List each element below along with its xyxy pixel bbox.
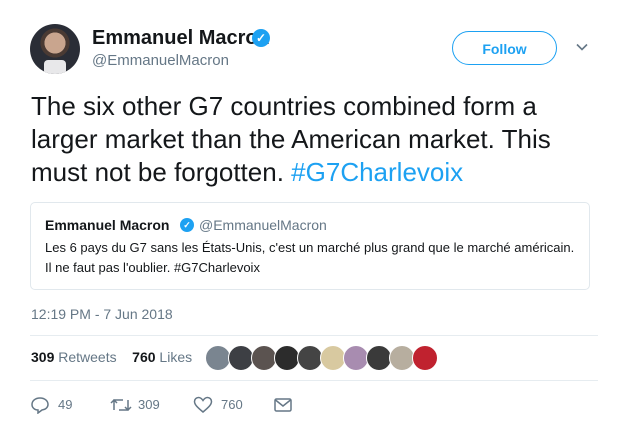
divider xyxy=(30,380,598,381)
author-avatar[interactable] xyxy=(30,24,80,74)
quoted-text: Les 6 pays du G7 sans les États-Unis, c'… xyxy=(45,240,575,275)
author-handle[interactable]: @EmmanuelMacron xyxy=(92,51,229,71)
reply-count: 49 xyxy=(58,397,73,412)
author-name[interactable]: Emmanuel Macron xyxy=(92,24,270,52)
quoted-author-handle: @EmmanuelMacron xyxy=(199,217,327,233)
liker-avatar[interactable] xyxy=(412,345,438,371)
envelope-icon xyxy=(274,398,292,412)
retweet-icon xyxy=(110,398,132,412)
likes-label: Likes xyxy=(159,349,193,365)
follow-button[interactable]: Follow xyxy=(452,31,557,65)
quoted-tweet[interactable]: Emmanuel Macron ✓ @EmmanuelMacron Les 6 … xyxy=(30,202,590,290)
like-count: 760 xyxy=(221,397,243,412)
retweet-count: 309 xyxy=(138,397,160,412)
tweet-card: Emmanuel Macron ✓ @EmmanuelMacron Follow… xyxy=(0,0,628,431)
hashtag-link[interactable]: #G7Charlevoix xyxy=(291,157,463,187)
heart-icon xyxy=(193,396,213,413)
retweets-label: Retweets xyxy=(58,349,117,365)
likes-stat[interactable]: 760 Likes xyxy=(132,349,192,365)
tweet-text: The six other G7 countries combined form… xyxy=(31,90,601,189)
verified-badge-icon: ✓ xyxy=(252,29,270,47)
chevron-down-icon[interactable] xyxy=(575,40,589,54)
retweets-stat[interactable]: 309 Retweets xyxy=(31,349,117,365)
quoted-author-name: Emmanuel Macron xyxy=(45,217,170,233)
quoted-verified-icon: ✓ xyxy=(180,218,194,232)
likes-count: 760 xyxy=(132,349,156,365)
tweet-timestamp[interactable]: 12:19 PM - 7 Jun 2018 xyxy=(31,304,173,324)
reply-icon xyxy=(31,397,49,414)
engagement-stats: 309 Retweets 760 Likes xyxy=(31,347,192,367)
divider xyxy=(30,335,598,336)
retweets-count: 309 xyxy=(31,349,55,365)
